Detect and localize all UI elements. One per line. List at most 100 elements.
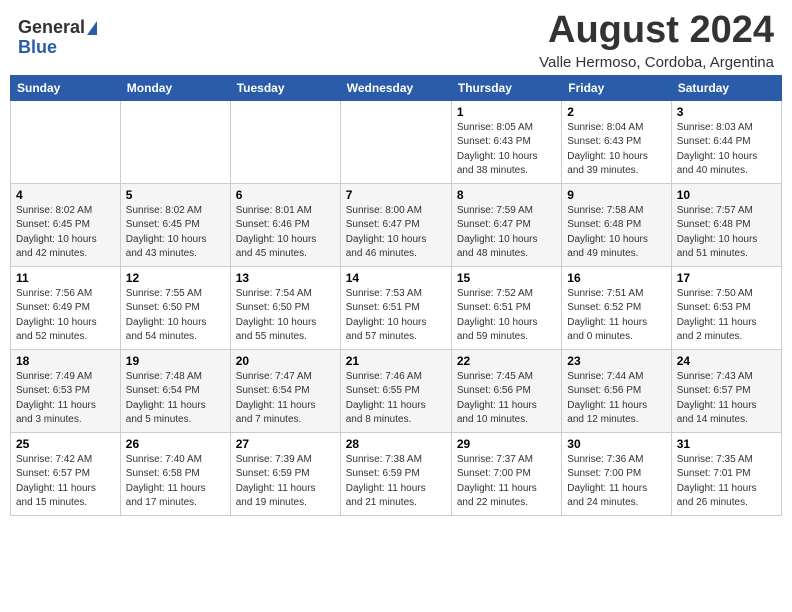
calendar-cell: 27 Sunrise: 7:39 AMSunset: 6:59 PMDayligh… [230, 432, 340, 515]
calendar-cell: 31Sunrise: 7:35 AMSunset: 7:01 PMDayligh… [671, 432, 781, 515]
calendar-cell: 17Sunrise: 7:50 AMSunset: 6:53 PMDayligh… [671, 266, 781, 349]
calendar-cell: 30 Sunrise: 7:36 AMSunset: 7:00 PMDayligh… [562, 432, 671, 515]
day-info: Sunrise: 7:46 AMSunset: 6:55 PMDaylight:… [346, 370, 446, 428]
calendar-cell: 10Sunrise: 7:57 AMSunset: 6:48 PMDayligh… [671, 183, 781, 266]
day-number: 14 [346, 271, 446, 285]
day-number: 5 [126, 188, 225, 202]
day-header-monday: Monday [120, 75, 230, 100]
calendar-cell [11, 100, 121, 183]
day-info: Sunrise: 7:43 AMSunset: 6:57 PMDaylight:… [677, 370, 776, 428]
calendar-cell [120, 100, 230, 183]
day-number: 28 [346, 437, 446, 451]
day-number: 26 [126, 437, 225, 451]
day-info: Sunrise: 8:01 AMSunset: 6:46 PMDaylight:… [236, 204, 335, 262]
calendar-cell: 23 Sunrise: 7:44 AMSunset: 6:56 PMDayligh… [562, 349, 671, 432]
day-number: 22 [457, 354, 556, 368]
day-info: Sunrise: 7:56 AMSunset: 6:49 PMDaylight:… [16, 287, 115, 345]
calendar-cell: 7 Sunrise: 8:00 AMSunset: 6:47 PMDaylight… [340, 183, 451, 266]
calendar-cell: 2Sunrise: 8:04 AMSunset: 6:43 PMDaylight… [562, 100, 671, 183]
day-info: Sunrise: 8:05 AMSunset: 6:43 PMDaylight:… [457, 121, 556, 179]
calendar-cell: 26 Sunrise: 7:40 AMSunset: 6:58 PMDayligh… [120, 432, 230, 515]
logo-general-text: General [18, 18, 85, 38]
day-number: 29 [457, 437, 556, 451]
calendar-cell: 3 Sunrise: 8:03 AMSunset: 6:44 PMDaylight… [671, 100, 781, 183]
calendar-cell: 12 Sunrise: 7:55 AMSunset: 6:50 PMDayligh… [120, 266, 230, 349]
day-header-tuesday: Tuesday [230, 75, 340, 100]
calendar-cell: 24 Sunrise: 7:43 AMSunset: 6:57 PMDayligh… [671, 349, 781, 432]
logo: General Blue [18, 18, 97, 58]
day-number: 21 [346, 354, 446, 368]
calendar-cell [340, 100, 451, 183]
calendar-table: SundayMondayTuesdayWednesdayThursdayFrid… [10, 75, 782, 516]
day-number: 11 [16, 271, 115, 285]
day-info: Sunrise: 8:02 AMSunset: 6:45 PMDaylight:… [126, 204, 225, 262]
day-number: 19 [126, 354, 225, 368]
day-number: 15 [457, 271, 556, 285]
calendar-cell: 20Sunrise: 7:47 AMSunset: 6:54 PMDayligh… [230, 349, 340, 432]
day-header-friday: Friday [562, 75, 671, 100]
calendar-cell: 14 Sunrise: 7:53 AMSunset: 6:51 PMDayligh… [340, 266, 451, 349]
day-number: 13 [236, 271, 335, 285]
calendar-cell: 29 Sunrise: 7:37 AMSunset: 7:00 PMDayligh… [451, 432, 561, 515]
day-number: 3 [677, 105, 776, 119]
day-number: 23 [567, 354, 665, 368]
day-info: Sunrise: 7:54 AMSunset: 6:50 PMDaylight:… [236, 287, 335, 345]
day-info: Sunrise: 7:36 AMSunset: 7:00 PMDaylight:… [567, 453, 665, 511]
day-number: 16 [567, 271, 665, 285]
day-info: Sunrise: 7:50 AMSunset: 6:53 PMDaylight:… [677, 287, 776, 345]
day-number: 30 [567, 437, 665, 451]
day-header-sunday: Sunday [11, 75, 121, 100]
day-number: 9 [567, 188, 665, 202]
day-number: 25 [16, 437, 115, 451]
day-info: Sunrise: 7:39 AMSunset: 6:59 PMDaylight:… [236, 453, 335, 511]
day-number: 2 [567, 105, 665, 119]
title-block: August 2024 Valle Hermoso, Cordoba, Arge… [539, 10, 774, 71]
day-header-thursday: Thursday [451, 75, 561, 100]
day-info: Sunrise: 7:55 AMSunset: 6:50 PMDaylight:… [126, 287, 225, 345]
day-number: 4 [16, 188, 115, 202]
day-info: Sunrise: 8:02 AMSunset: 6:45 PMDaylight:… [16, 204, 115, 262]
day-number: 7 [346, 188, 446, 202]
day-info: Sunrise: 8:03 AMSunset: 6:44 PMDaylight:… [677, 121, 776, 179]
page-header: General Blue August 2024 Valle Hermoso, … [10, 10, 782, 71]
day-header-saturday: Saturday [671, 75, 781, 100]
location-title: Valle Hermoso, Cordoba, Argentina [539, 54, 774, 71]
calendar-cell: 15 Sunrise: 7:52 AMSunset: 6:51 PMDayligh… [451, 266, 561, 349]
day-number: 24 [677, 354, 776, 368]
calendar-cell: 16 Sunrise: 7:51 AMSunset: 6:52 PMDayligh… [562, 266, 671, 349]
day-number: 8 [457, 188, 556, 202]
day-info: Sunrise: 7:52 AMSunset: 6:51 PMDaylight:… [457, 287, 556, 345]
calendar-cell: 9 Sunrise: 7:58 AMSunset: 6:48 PMDaylight… [562, 183, 671, 266]
calendar-cell [230, 100, 340, 183]
calendar-cell: 4 Sunrise: 8:02 AMSunset: 6:45 PMDaylight… [11, 183, 121, 266]
day-info: Sunrise: 7:42 AMSunset: 6:57 PMDaylight:… [16, 453, 115, 511]
day-info: Sunrise: 8:00 AMSunset: 6:47 PMDaylight:… [346, 204, 446, 262]
calendar-cell: 11 Sunrise: 7:56 AMSunset: 6:49 PMDayligh… [11, 266, 121, 349]
day-number: 12 [126, 271, 225, 285]
day-info: Sunrise: 7:44 AMSunset: 6:56 PMDaylight:… [567, 370, 665, 428]
day-info: Sunrise: 7:49 AMSunset: 6:53 PMDaylight:… [16, 370, 115, 428]
day-info: Sunrise: 7:53 AMSunset: 6:51 PMDaylight:… [346, 287, 446, 345]
calendar-cell: 22Sunrise: 7:45 AMSunset: 6:56 PMDayligh… [451, 349, 561, 432]
day-info: Sunrise: 7:35 AMSunset: 7:01 PMDaylight:… [677, 453, 776, 511]
calendar-cell: 28 Sunrise: 7:38 AMSunset: 6:59 PMDayligh… [340, 432, 451, 515]
calendar-cell: 19 Sunrise: 7:48 AMSunset: 6:54 PMDayligh… [120, 349, 230, 432]
calendar-cell: 18Sunrise: 7:49 AMSunset: 6:53 PMDayligh… [11, 349, 121, 432]
day-number: 6 [236, 188, 335, 202]
day-info: Sunrise: 7:48 AMSunset: 6:54 PMDaylight:… [126, 370, 225, 428]
day-info: Sunrise: 7:38 AMSunset: 6:59 PMDaylight:… [346, 453, 446, 511]
day-header-wednesday: Wednesday [340, 75, 451, 100]
calendar-cell: 5 Sunrise: 8:02 AMSunset: 6:45 PMDaylight… [120, 183, 230, 266]
day-info: Sunrise: 7:40 AMSunset: 6:58 PMDaylight:… [126, 453, 225, 511]
day-info: Sunrise: 7:51 AMSunset: 6:52 PMDaylight:… [567, 287, 665, 345]
day-info: Sunrise: 7:37 AMSunset: 7:00 PMDaylight:… [457, 453, 556, 511]
day-number: 27 [236, 437, 335, 451]
day-info: Sunrise: 7:57 AMSunset: 6:48 PMDaylight:… [677, 204, 776, 262]
day-number: 1 [457, 105, 556, 119]
logo-blue-text: Blue [18, 38, 57, 58]
calendar-cell: 8Sunrise: 7:59 AMSunset: 6:47 PMDaylight… [451, 183, 561, 266]
calendar-cell: 6 Sunrise: 8:01 AMSunset: 6:46 PMDaylight… [230, 183, 340, 266]
day-info: Sunrise: 7:58 AMSunset: 6:48 PMDaylight:… [567, 204, 665, 262]
calendar-cell: 21 Sunrise: 7:46 AMSunset: 6:55 PMDayligh… [340, 349, 451, 432]
calendar-cell: 25 Sunrise: 7:42 AMSunset: 6:57 PMDayligh… [11, 432, 121, 515]
